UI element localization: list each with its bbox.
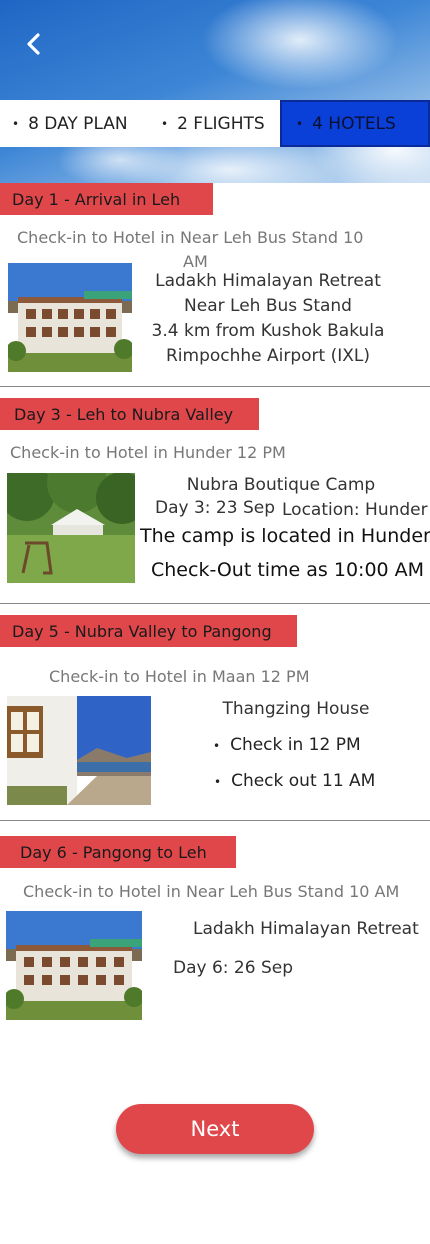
hotel-photo-ladakh-retreat-2: [6, 911, 142, 1020]
day-6-tag: Day 6 - Pangong to Leh: [0, 836, 236, 868]
day-1-hotel-name: Ladakh Himalayan Retreat: [155, 271, 381, 291]
day-5-tag: Day 5 - Nubra Valley to Pangong: [0, 615, 297, 647]
hotel-photo-ladakh-retreat: [8, 263, 132, 372]
tab-hotels[interactable]: • 4 HOTELS: [280, 100, 430, 147]
hotel-photo-nubra-camp: [7, 473, 135, 583]
day-1-hotel-distance: 3.4 km from Kushok Bakula: [151, 321, 385, 341]
day-5-hotel-name: Thangzing House: [222, 699, 370, 719]
tab-flights[interactable]: • 2 FLIGHTS: [140, 100, 280, 147]
divider: [0, 386, 430, 387]
bullet-text: Check out 11 AM: [231, 771, 376, 791]
day-3-tag: Day 3 - Leh to Nubra Valley: [0, 398, 259, 430]
hotel-photo-thangzing-house: [7, 696, 151, 805]
day-5-checkin-bullet: • Check in 12 PM: [213, 735, 361, 755]
day-1-hotel-distance-cont: Rimpochhe Airport (IXL): [165, 346, 371, 366]
day-1-hotel-address: Near Leh Bus Stand: [184, 296, 352, 316]
tab-bullet: •: [12, 116, 20, 131]
next-button[interactable]: Next: [116, 1104, 314, 1154]
day-1-checkin: Check-in to Hotel in Near Leh Bus Stand …: [17, 228, 364, 247]
day-3-date: Day 3: 23 Sep: [155, 498, 275, 518]
day-3-checkout: Check-Out time as 10:00 AM: [151, 559, 425, 581]
day-5-checkout-bullet: • Check out 11 AM: [214, 771, 375, 791]
section-tabs: • 8 DAY PLAN • 2 FLIGHTS • 4 HOTELS: [0, 100, 430, 147]
divider: [0, 603, 430, 604]
day-3-description: The camp is located in Hunder.: [140, 525, 430, 547]
day-6-checkin: Check-in to Hotel in Near Leh Bus Stand …: [23, 882, 400, 901]
tab-bullet: •: [296, 116, 304, 131]
hero-sky-background: [0, 0, 430, 183]
tab-label: 2 FLIGHTS: [177, 113, 265, 134]
day-1-checkin-cont: AM: [183, 252, 208, 271]
day-5-checkin: Check-in to Hotel in Maan 12 PM: [49, 667, 310, 686]
tab-bullet: •: [161, 116, 169, 131]
tab-day-plan[interactable]: • 8 DAY PLAN: [0, 100, 140, 147]
bullet-glyph: •: [213, 739, 221, 753]
bullet-glyph: •: [214, 775, 222, 789]
divider: [0, 820, 430, 821]
bullet-text: Check in 12 PM: [230, 735, 361, 755]
tab-label: 8 DAY PLAN: [28, 113, 128, 134]
day-6-date: Day 6: 26 Sep: [173, 958, 293, 978]
chevron-left-icon: [27, 33, 40, 55]
back-button[interactable]: [18, 28, 48, 60]
day-3-checkin: Check-in to Hotel in Hunder 12 PM: [10, 443, 286, 462]
day-3-hotel-name: Nubra Boutique Camp: [186, 475, 376, 495]
day-1-tag: Day 1 - Arrival in Leh: [0, 183, 213, 215]
day-3-location: Location: Hunder: [282, 500, 428, 520]
tab-label: 4 HOTELS: [312, 113, 396, 134]
day-6-hotel-name: Ladakh Himalayan Retreat: [193, 919, 419, 939]
